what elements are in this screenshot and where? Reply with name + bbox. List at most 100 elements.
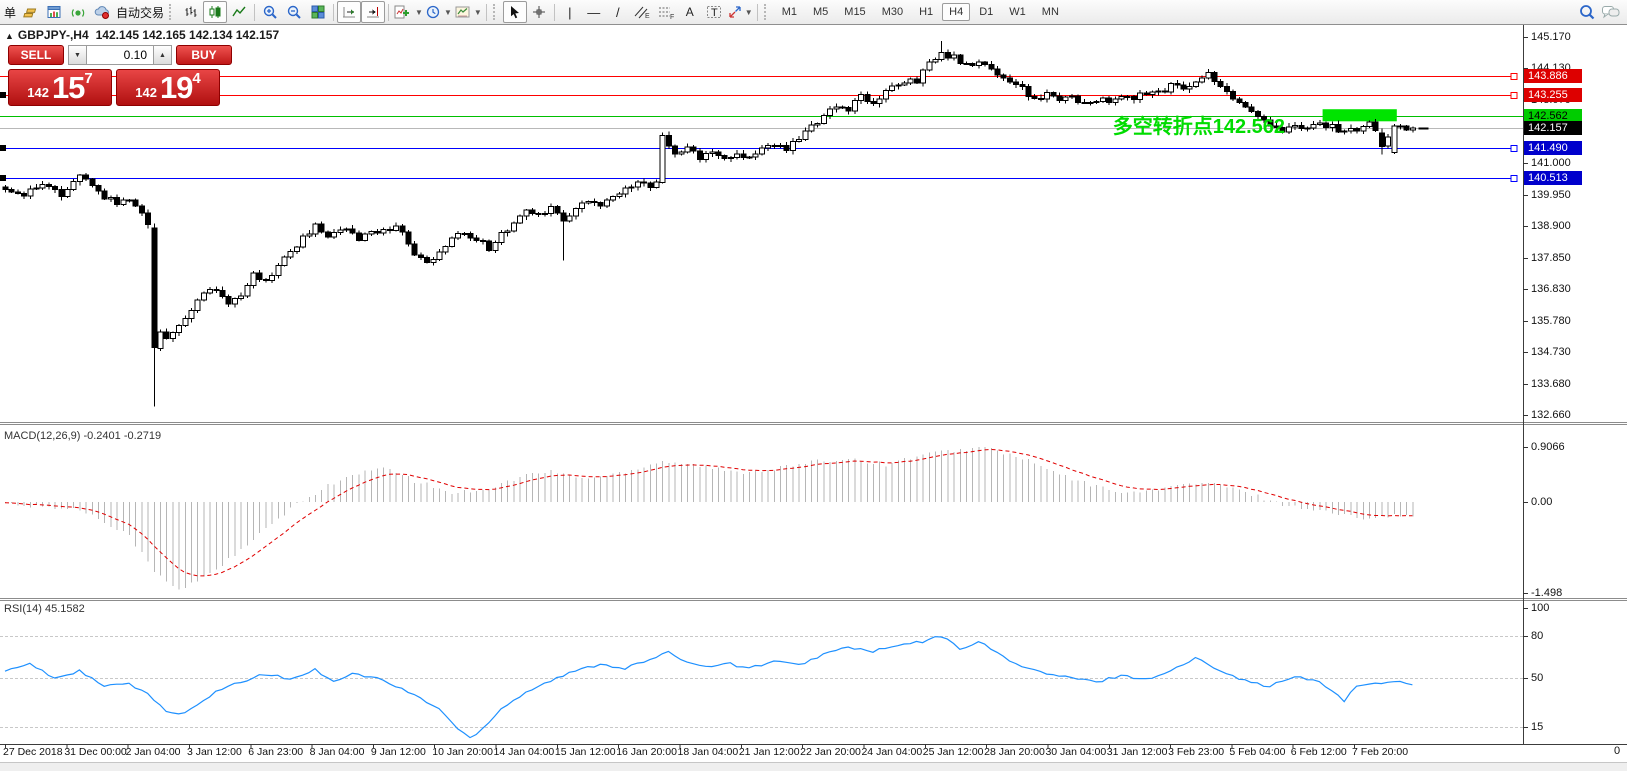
new-order-label[interactable]: 单	[2, 4, 18, 21]
time-tick-label: 31 Jan 12:00	[1107, 746, 1168, 758]
time-tick-label: 30 Jan 04:00	[1045, 746, 1106, 758]
periods-icon[interactable]: ▼	[424, 1, 453, 23]
vertical-line-icon[interactable]: |	[558, 1, 582, 23]
collapse-triangle-icon[interactable]: ▲	[5, 31, 14, 41]
macd-tick-label: -1.498	[1531, 587, 1562, 599]
price-tick-label: 132.660	[1531, 409, 1571, 421]
time-tick-label: 16 Jan 20:00	[616, 746, 677, 758]
auto-scroll-icon[interactable]	[337, 1, 361, 23]
toolbar-separator	[757, 4, 758, 21]
price-tick-label: 141.000	[1531, 157, 1571, 169]
time-tick-label: 3 Feb 23:00	[1168, 746, 1224, 758]
buy-price-figure: 142	[135, 83, 157, 103]
tile-windows-icon[interactable]	[306, 1, 330, 23]
price-tick-label: 139.950	[1531, 189, 1571, 201]
time-tick-label: 27 Dec 2018	[3, 746, 63, 758]
candlestick-chart-type-icon[interactable]	[203, 1, 227, 23]
zoom-in-icon[interactable]	[258, 1, 282, 23]
chart-shift-icon[interactable]	[361, 1, 385, 23]
rsi-tick-label: 15	[1531, 721, 1543, 733]
search-icon[interactable]	[1575, 1, 1599, 23]
time-tick-label: 28 Jan 20:00	[984, 746, 1045, 758]
horizontal-line-icon[interactable]: —	[582, 1, 606, 23]
equidistant-channel-icon[interactable]: E	[630, 1, 654, 23]
timeframe-m1[interactable]: M1	[775, 3, 804, 21]
text-tool-icon[interactable]: A	[678, 1, 702, 23]
signals-icon[interactable]	[66, 1, 90, 23]
timeframe-w1[interactable]: W1	[1002, 3, 1033, 21]
autotrade-label[interactable]: 自动交易	[114, 4, 166, 21]
sell-price-point: 7	[84, 73, 92, 85]
chart-canvas[interactable]	[0, 0, 1627, 771]
crosshair-icon[interactable]	[527, 1, 551, 23]
sell-button[interactable]: SELL	[8, 45, 64, 65]
time-tick-label: 25 Jan 12:00	[923, 746, 984, 758]
add-indicator-icon[interactable]: ▼	[392, 1, 424, 23]
price-tag: 142.157	[1524, 121, 1582, 135]
rsi-tick-label: 50	[1531, 672, 1543, 684]
timeframe-m30[interactable]: M30	[875, 3, 910, 21]
macd-indicator-label: MACD(12,26,9) -0.2401 -0.2719	[4, 430, 161, 442]
toolbar-handle	[169, 4, 176, 20]
toolbar: 单 自动交易	[0, 0, 1627, 25]
sell-price-figure: 142	[27, 83, 49, 103]
chat-icon[interactable]	[1599, 1, 1623, 23]
time-tick-label: 6 Jan 23:00	[248, 746, 303, 758]
price-tag: 143.886	[1524, 69, 1582, 83]
trendline-icon[interactable]: /	[606, 1, 630, 23]
buy-price-panel[interactable]: 142194	[116, 69, 220, 106]
price-tag: 141.490	[1524, 141, 1582, 155]
time-tick-label: 21 Jan 12:00	[739, 746, 800, 758]
timeframe-d1[interactable]: D1	[972, 3, 1000, 21]
time-tick-label: 15 Jan 12:00	[555, 746, 616, 758]
volume-input[interactable]	[87, 45, 153, 65]
ohlc-quotes-label: 142.145 142.165 142.134 142.157	[96, 28, 280, 42]
price-tick-label: 145.170	[1531, 31, 1571, 43]
macd-tick-label: 0.9066	[1531, 441, 1565, 453]
timeframe-m5[interactable]: M5	[806, 3, 835, 21]
zoom-out-icon[interactable]	[282, 1, 306, 23]
toolbar-handle	[493, 4, 500, 20]
timeframe-m15[interactable]: M15	[837, 3, 872, 21]
toolbar-separator	[486, 4, 487, 21]
volume-increase-button[interactable]: ▲	[153, 45, 172, 65]
timeframe-h1[interactable]: H1	[912, 3, 940, 21]
autotrade-icon[interactable]	[90, 1, 114, 23]
symbol-period-label: GBPJPY-,H4	[18, 28, 89, 42]
templates-icon[interactable]: ▼	[453, 1, 483, 23]
time-tick-label: 14 Jan 04:00	[494, 746, 555, 758]
line-chart-type-icon[interactable]	[227, 1, 251, 23]
text-label-tool-icon[interactable]: T	[702, 1, 726, 23]
bottom-scroll-strip[interactable]	[0, 762, 1627, 771]
rsi-indicator-label: RSI(14) 45.1582	[4, 603, 85, 615]
time-tick-label: 5 Feb 04:00	[1229, 746, 1285, 758]
toolbar-separator	[554, 4, 555, 21]
volume-decrease-button[interactable]: ▼	[68, 45, 87, 65]
chart-header: ▲ GBPJPY-,H4 142.145 142.165 142.134 142.1…	[5, 28, 279, 42]
sell-price-panel[interactable]: 142157	[8, 69, 112, 106]
toolbar-separator	[388, 4, 389, 21]
price-tick-label: 134.730	[1531, 346, 1571, 358]
buy-price-point: 4	[192, 73, 200, 85]
time-tick-label: 24 Jan 04:00	[861, 746, 922, 758]
time-tick-label: 22 Jan 20:00	[800, 746, 861, 758]
axis-corner-label: 0	[1614, 745, 1620, 757]
buy-button[interactable]: BUY	[176, 45, 232, 65]
svg-text:T: T	[711, 7, 718, 19]
new-order-icon[interactable]	[18, 1, 42, 23]
arrows-tool-icon[interactable]: ▼	[726, 1, 754, 23]
fibonacci-icon[interactable]: F	[654, 1, 678, 23]
buy-price-pips: 19	[160, 73, 192, 103]
timeframe-mn[interactable]: MN	[1035, 3, 1066, 21]
bar-chart-type-icon[interactable]	[179, 1, 203, 23]
price-tick-label: 138.900	[1531, 220, 1571, 232]
timeframe-h4[interactable]: H4	[942, 3, 970, 21]
rsi-tick-label: 100	[1531, 602, 1549, 614]
rsi-tick-label: 80	[1531, 630, 1543, 642]
one-click-trading-widget: SELL ▼ ▲ BUY 142157 142194	[8, 45, 220, 106]
sell-price-pips: 15	[52, 73, 84, 103]
cursor-icon[interactable]	[503, 1, 527, 23]
charts-window-icon[interactable]	[42, 1, 66, 23]
price-tag: 140.513	[1524, 171, 1582, 185]
time-tick-label: 3 Jan 12:00	[187, 746, 242, 758]
